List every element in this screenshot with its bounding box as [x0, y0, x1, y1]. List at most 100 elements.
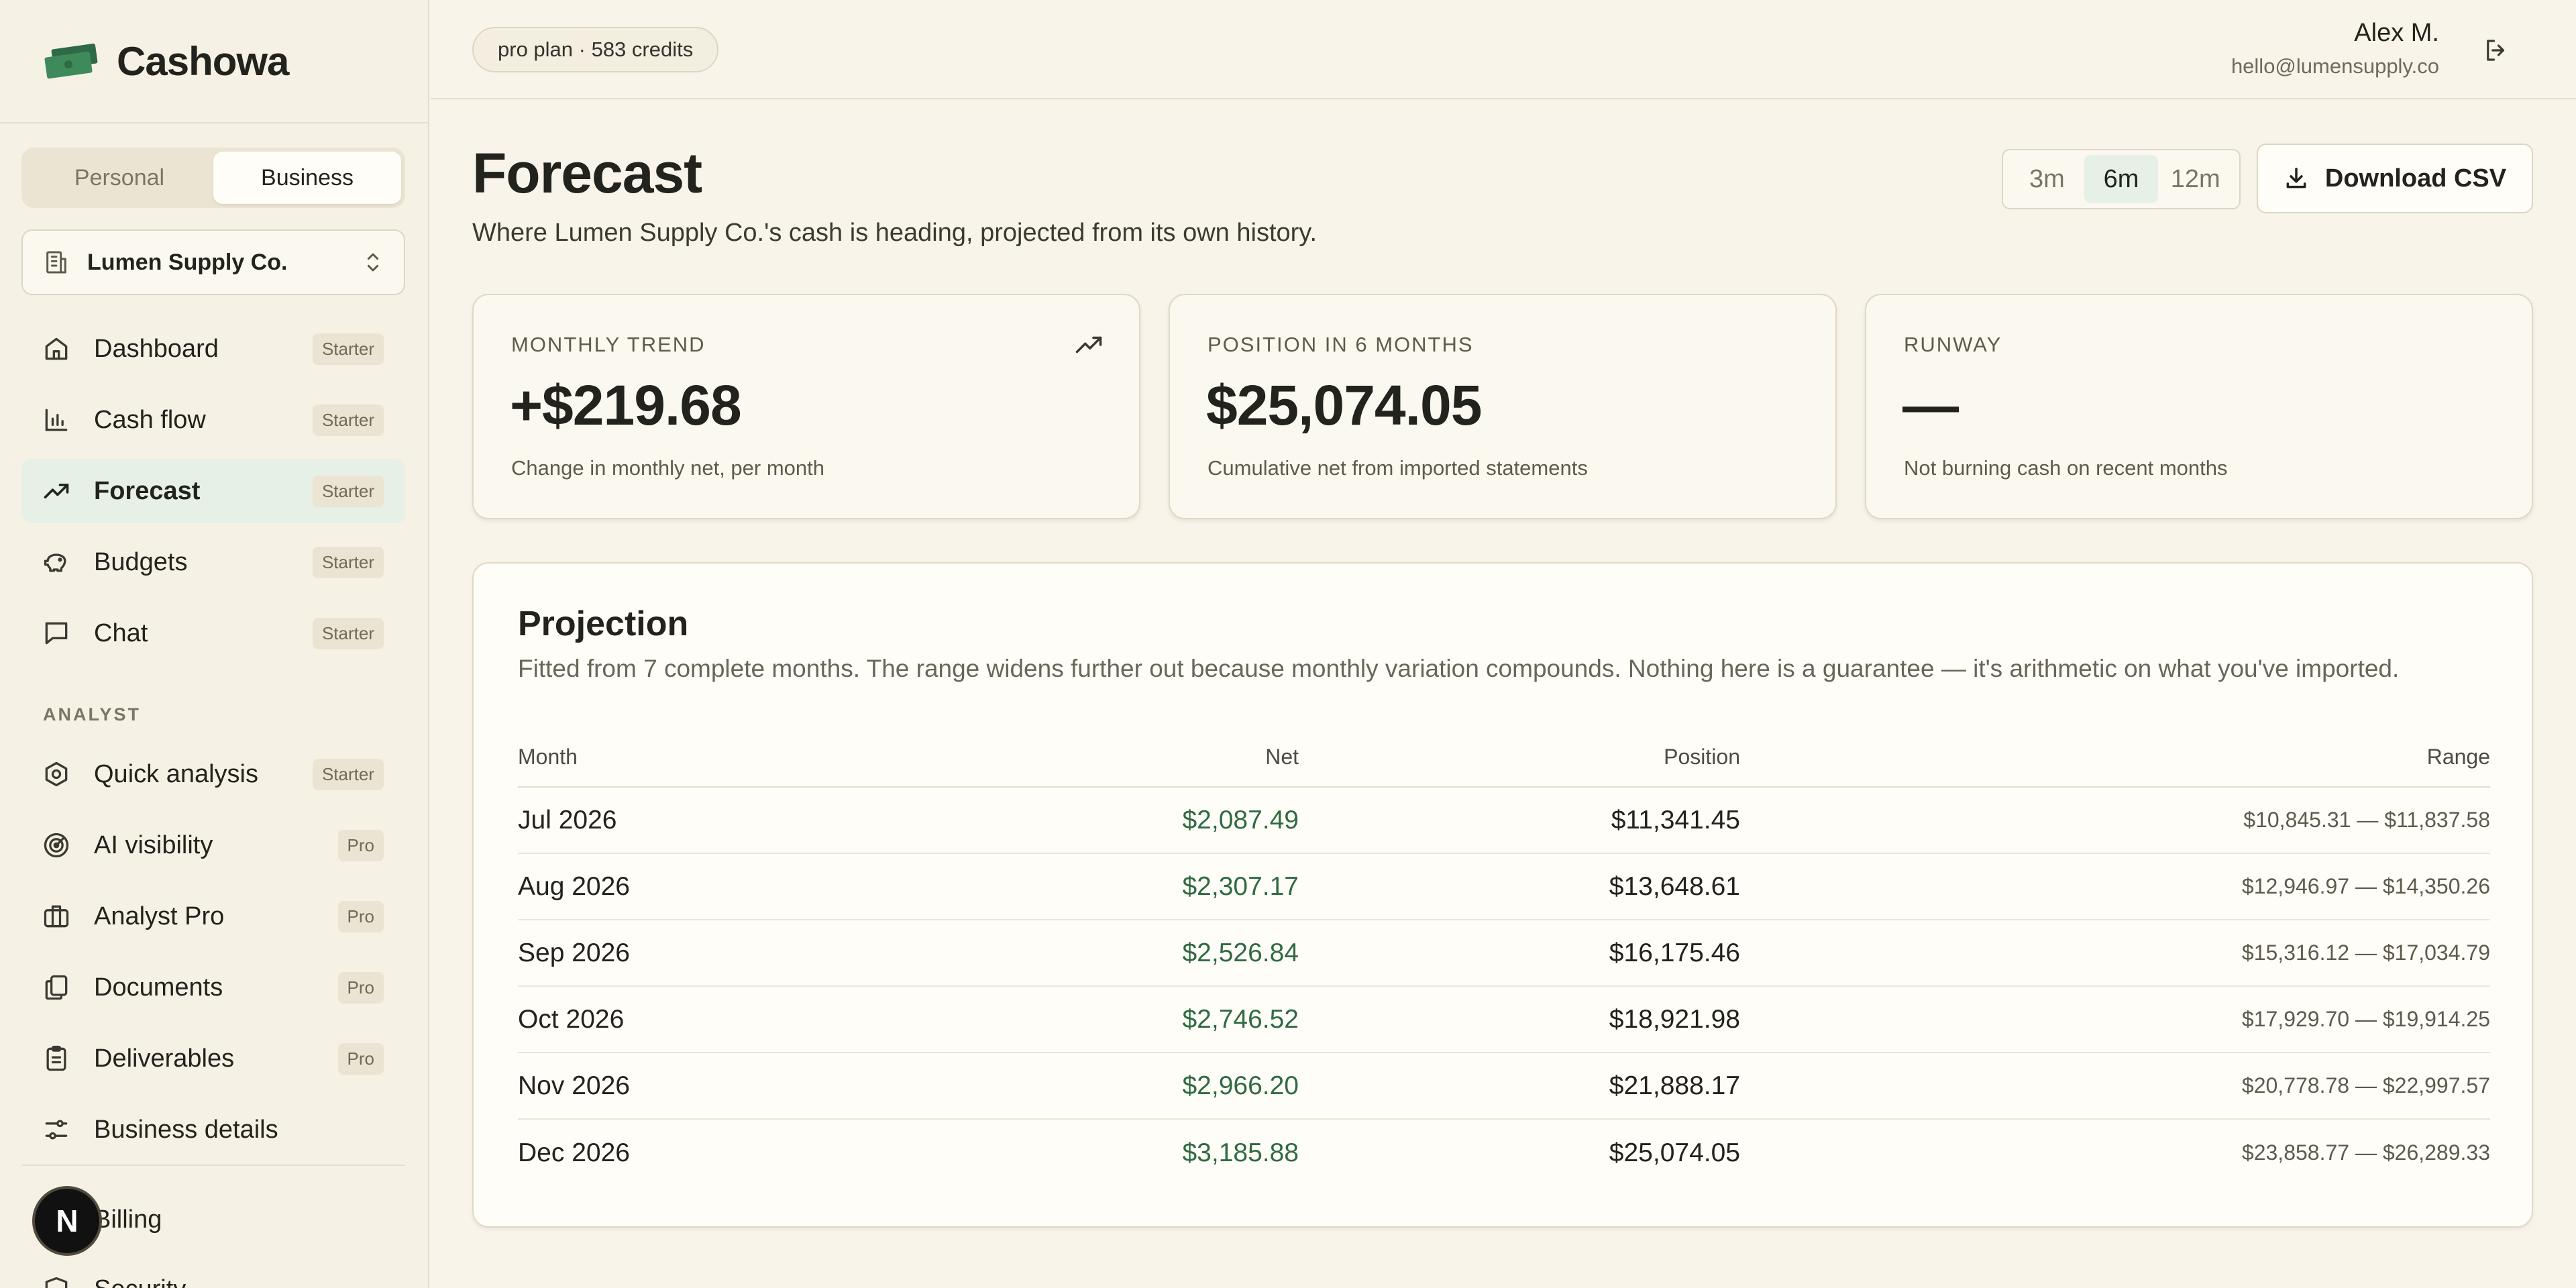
cell-range: $17,929.70 — $19,914.25 — [2241, 1007, 2490, 1031]
download-label: Download CSV — [2324, 164, 2507, 193]
top-bar: pro plan · 583 credits Alex M. hello@lum… — [431, 0, 2576, 99]
nav-item-forecast[interactable]: Forecast Starter — [21, 459, 405, 523]
column-header-month[interactable]: Month — [518, 739, 578, 786]
nav-item-budgets[interactable]: Budgets Starter — [21, 530, 405, 594]
piggy-bank-icon — [44, 553, 66, 572]
nav-item-ai-visibility[interactable]: AI visibility Pro — [21, 813, 405, 877]
bar-chart-icon — [45, 409, 68, 431]
nav-label: Dashboard — [94, 334, 219, 363]
cell-month: Nov 2026 — [518, 1071, 630, 1100]
table-row: Sep 2026 $2,526.84 $16,175.46 $15,316.12… — [518, 920, 2490, 987]
cell-month: Dec 2026 — [518, 1138, 630, 1167]
radar-icon — [44, 833, 69, 858]
nav-label: Cash flow — [94, 405, 206, 434]
stat-label: POSITION IN 6 MONTHS — [1208, 333, 1474, 356]
toggle-personal[interactable]: Personal — [25, 152, 213, 204]
brand-name: Cashowa — [117, 38, 289, 84]
nav-label: Deliverables — [94, 1044, 235, 1073]
user-info: Alex M. hello@lumensupply.co — [2231, 19, 2439, 78]
column-header-range[interactable]: Range — [2427, 739, 2490, 786]
plan-badge: Starter — [312, 546, 384, 578]
trending-up-icon — [44, 484, 69, 498]
cell-net: $2,307.17 — [1182, 871, 1299, 901]
hexagon-icon — [45, 761, 68, 787]
nav-label: Quick analysis — [94, 759, 258, 788]
nav-item-documents[interactable]: Documents Pro — [21, 955, 405, 1020]
nav-item-deliverables[interactable]: Deliverables Pro — [21, 1026, 405, 1091]
nav-item-analyst-pro[interactable]: Analyst Pro Pro — [21, 884, 405, 949]
home-icon — [45, 337, 68, 360]
stat-card-position: POSITION IN 6 MONTHS $25,074.05 Cumulati… — [1169, 294, 1837, 519]
logout-icon[interactable] — [2482, 36, 2510, 64]
page-title: Forecast — [472, 142, 702, 205]
nav-item-business-details[interactable]: Business details — [21, 1097, 405, 1162]
nav-item-security[interactable]: Security — [21, 1257, 405, 1288]
cash-logo-icon — [44, 43, 98, 79]
table-row: Jul 2026 $2,087.49 $11,341.45 $10,845.31… — [518, 788, 2490, 854]
cell-month: Sep 2026 — [518, 938, 630, 967]
table-row: Dec 2026 $3,185.88 $25,074.05 $23,858.77… — [518, 1120, 2490, 1186]
nav-item-quick-analysis[interactable]: Quick analysis Starter — [21, 742, 405, 806]
cell-net: $2,087.49 — [1182, 805, 1299, 835]
nav-label: Chat — [94, 619, 148, 647]
cell-position: $18,921.98 — [1609, 1004, 1740, 1034]
floating-avatar[interactable]: N — [32, 1186, 102, 1256]
cell-position: $21,888.17 — [1609, 1071, 1740, 1100]
column-header-position[interactable]: Position — [1664, 739, 1740, 786]
plan-badge: Starter — [312, 404, 384, 436]
shield-icon — [45, 1277, 68, 1288]
plan-badge: Pro — [337, 829, 384, 861]
projection-card: Projection Fitted from 7 complete months… — [472, 562, 2533, 1228]
plan-badge: Starter — [312, 333, 384, 365]
cell-position: $13,648.61 — [1609, 871, 1740, 901]
nav-label: Security — [94, 1275, 384, 1288]
stat-description: Cumulative net from imported statements — [1208, 456, 1588, 480]
stat-value: $25,074.05 — [1206, 374, 1482, 437]
range-6m-button[interactable]: 6m — [2084, 155, 2159, 203]
toggle-business[interactable]: Business — [213, 152, 401, 204]
nav-item-cash-flow[interactable]: Cash flow Starter — [21, 388, 405, 452]
brand[interactable]: Cashowa — [0, 0, 428, 123]
user-email: hello@lumensupply.co — [2231, 54, 2439, 78]
column-header-net[interactable]: Net — [1265, 739, 1299, 786]
company-name: Lumen Supply Co. — [87, 249, 288, 275]
page-subtitle: Where Lumen Supply Co.'s cash is heading… — [472, 219, 1318, 247]
nav-label: Forecast — [94, 476, 201, 505]
plan-badge: Pro — [337, 971, 384, 1004]
building-icon — [46, 251, 66, 274]
company-selector[interactable]: Lumen Supply Co. — [21, 229, 405, 295]
sliders-icon — [45, 1120, 68, 1140]
table-row: Nov 2026 $2,966.20 $21,888.17 $20,778.78… — [518, 1053, 2490, 1120]
range-selector: 3m 6m 12m — [2002, 149, 2241, 209]
cell-net: $2,966.20 — [1182, 1071, 1299, 1100]
projection-table: Month Net Position Range Jul 2026 $2,087… — [518, 739, 2490, 1186]
nav-item-dashboard[interactable]: Dashboard Starter — [21, 317, 405, 381]
stat-description: Change in monthly net, per month — [511, 456, 824, 480]
plan-badge: Starter — [312, 617, 384, 649]
cell-position: $16,175.46 — [1609, 938, 1740, 967]
stat-card-runway: RUNWAY — Not burning cash on recent mont… — [1865, 294, 2533, 519]
nav-label: Analyst Pro — [94, 902, 225, 930]
sidebar: Cashowa Personal Business Lumen Supply C… — [0, 0, 429, 1288]
nav-label: Business details — [94, 1115, 278, 1144]
stat-card-monthly-trend: MONTHLY TREND +$219.68 Change in monthly… — [472, 294, 1140, 519]
cell-range: $20,778.78 — $22,997.57 — [2241, 1073, 2490, 1097]
range-12m-button[interactable]: 12m — [2158, 155, 2233, 203]
chevron-up-down-icon — [367, 253, 379, 272]
user-name: Alex M. — [2354, 19, 2439, 47]
stat-value: — — [1902, 374, 1959, 437]
cell-position: $11,341.45 — [1611, 805, 1740, 835]
clipboard-icon — [46, 1045, 66, 1071]
download-csv-button[interactable]: Download CSV — [2257, 144, 2533, 213]
download-icon — [2286, 168, 2306, 189]
nav-item-chat[interactable]: Chat Starter — [21, 601, 405, 665]
cell-range: $15,316.12 — $17,034.79 — [2241, 941, 2490, 965]
nav-label: Billing — [94, 1205, 162, 1234]
stat-label: RUNWAY — [1904, 333, 2002, 356]
plan-credits-pill[interactable]: pro plan · 583 credits — [472, 27, 719, 72]
cell-month: Jul 2026 — [518, 805, 617, 835]
projection-title: Projection — [518, 604, 689, 643]
range-3m-button[interactable]: 3m — [2010, 155, 2084, 203]
chat-icon — [45, 622, 68, 645]
table-row: Oct 2026 $2,746.52 $18,921.98 $17,929.70… — [518, 987, 2490, 1053]
